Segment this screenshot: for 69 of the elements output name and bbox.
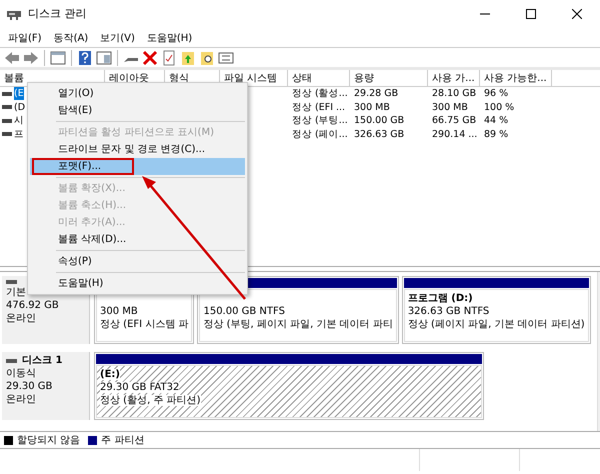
column-header[interactable]: 사용 가...: [428, 70, 480, 86]
partition-title: 프로그램 (D:): [408, 293, 473, 304]
back-arrow-icon[interactable]: [4, 50, 20, 66]
volume-name[interactable]: 시: [14, 114, 24, 128]
volume-name[interactable]: (D: [14, 100, 26, 114]
drive-icon: [6, 278, 18, 286]
disk-info: 온라인: [6, 313, 36, 324]
drive-icon: [6, 356, 18, 364]
disk-info: 온라인: [6, 394, 36, 405]
disk-info: 이동식: [6, 368, 36, 379]
table-cell-text: 28.10 GB: [431, 87, 478, 100]
column-header[interactable]: 사용 가능한...: [480, 70, 552, 86]
partition-status: 정상 (EFI 시스템 파: [100, 319, 188, 330]
partition-status: 정상 (페이지 파일, 기본 데이터 파티션): [408, 319, 585, 330]
partition-status: 정상 (활성, 주 파티션): [100, 395, 201, 406]
table-cell-text: 29.28 GB: [353, 87, 400, 100]
table-cell-text: 300 MB: [431, 100, 469, 114]
menu-item[interactable]: 보기(V): [96, 30, 139, 45]
menu-item[interactable]: 속성(P): [30, 253, 245, 270]
window-title: 디스크 관리: [28, 6, 86, 22]
menu-item[interactable]: 동작(A): [50, 30, 92, 45]
partition-size: 150.00 GB NTFS: [203, 306, 285, 317]
menu-item[interactable]: 볼륨 삭제(D)...: [30, 231, 245, 248]
table-cell-text: 300 MB: [353, 100, 391, 114]
forward-arrow-icon[interactable]: [23, 50, 39, 66]
table-cell-text: 89 %: [483, 128, 510, 141]
checklist-icon[interactable]: [161, 50, 177, 66]
legend-label: 주 파티션: [101, 434, 144, 448]
legend-label: 할당되지 않음: [17, 434, 80, 448]
maximize-icon: [526, 9, 536, 19]
menu-item[interactable]: 포맷(F)...: [30, 158, 245, 175]
panel-icon[interactable]: [50, 50, 66, 66]
disk-info: 29.30 GB: [6, 381, 52, 392]
help-icon[interactable]: [77, 50, 93, 66]
menu-item[interactable]: 파일(F): [4, 30, 46, 45]
table-cell-text: 정상 (부팅...: [291, 114, 349, 128]
disk-name: 디스크 1: [22, 354, 62, 367]
table-cell-text: 정상 (활성...: [291, 87, 349, 100]
menu-item[interactable]: 탐색(E): [30, 102, 245, 119]
folder-search-icon[interactable]: [199, 50, 215, 66]
partition-status: 정상 (부팅, 페이지 파일, 기본 데이터 파티: [203, 319, 393, 330]
table-cell-text: 326.63 GB: [353, 128, 406, 141]
partition[interactable]: 프로그램 (D:) 326.63 GB NTFS 정상 (페이지 파일, 기본 데이터 파티션): [402, 276, 591, 344]
volume-name[interactable]: (E: [14, 87, 24, 100]
disk-info: 476.92 GB: [6, 300, 59, 311]
menu-item[interactable]: 드라이브 문자 및 경로 변경(C)...: [30, 141, 245, 158]
table-cell-text: 100 %: [483, 100, 516, 114]
partition[interactable]: (E:) 29.30 GB FAT32 정상 (활성, 주 파티션): [94, 352, 484, 420]
partition-size: 326.63 GB NTFS: [408, 306, 490, 317]
panel-icon[interactable]: [96, 50, 112, 66]
volume-name[interactable]: 프: [14, 128, 24, 141]
table-cell-text: 정상 (EFI ...: [291, 100, 346, 114]
column-header[interactable]: 용량: [350, 70, 428, 86]
table-cell-text: 290.14 ...: [431, 128, 478, 141]
partition-title: (E:): [100, 369, 120, 380]
delete-icon[interactable]: [142, 50, 158, 66]
table-cell-text: 정상 (페이...: [291, 128, 349, 141]
list-icon[interactable]: [218, 50, 234, 66]
menu-item[interactable]: 도움말(H): [142, 30, 196, 45]
disk-info: 기본: [6, 287, 26, 298]
table-cell-text: 66.75 GB: [431, 114, 478, 128]
close-icon: [572, 9, 582, 19]
partition-size: 300 MB: [100, 306, 138, 317]
table-cell-text: 150.00 GB: [353, 114, 406, 128]
table-cell-text: 44 %: [483, 114, 510, 128]
partition-size: 29.30 GB FAT32: [100, 382, 180, 393]
column-header[interactable]: 상태: [288, 70, 350, 86]
menu-item[interactable]: 열기(O): [30, 85, 245, 102]
table-cell-text: 96 %: [483, 87, 510, 100]
